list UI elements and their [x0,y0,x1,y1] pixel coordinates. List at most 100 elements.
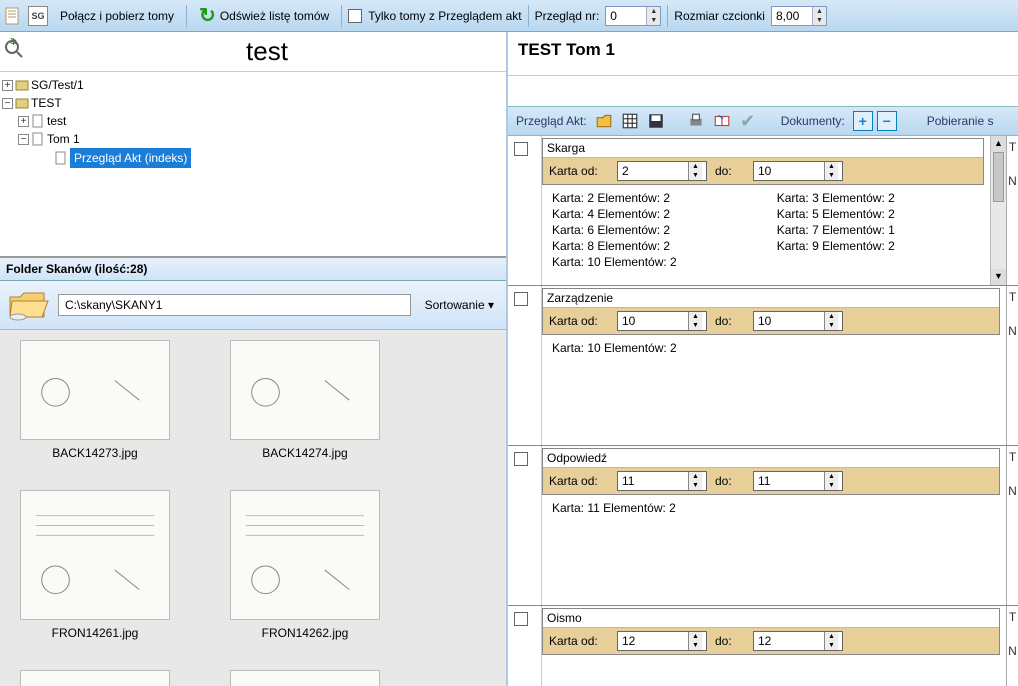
font-spinner[interactable]: ▲▼ [771,6,827,26]
tree-node[interactable]: − TEST [2,94,504,112]
expander-icon[interactable]: − [18,134,29,145]
folder-header: Folder Skanów (ilość:28) [0,257,506,281]
karta-item[interactable]: Karta: 10 Elementów: 2 [552,341,677,355]
scroll-down-icon[interactable]: ▼ [991,269,1006,285]
font-input[interactable] [772,9,812,23]
notes-icon[interactable] [4,7,22,25]
section-title[interactable]: Oismo [543,609,999,628]
thumbnail[interactable]: FRON14262.jpg [230,490,380,640]
spin-up[interactable]: ▲ [689,312,702,321]
thumbnail-label: BACK14273.jpg [20,446,170,460]
section-checkbox[interactable] [514,452,528,466]
spin-up[interactable]: ▲ [647,7,660,16]
karta-item[interactable]: Karta: 5 Elementów: 2 [777,207,895,221]
thumbnail[interactable] [230,670,380,686]
spin-down[interactable]: ▼ [689,171,702,180]
tree-node[interactable]: + SG/Test/1 [2,76,504,94]
karta-item[interactable]: Karta: 11 Elementów: 2 [552,501,676,515]
karta-item[interactable]: Karta: 6 Elementów: 2 [552,223,677,237]
expand-icon[interactable]: + [853,111,873,131]
spin-down[interactable]: ▼ [825,481,838,490]
folder-path-input[interactable] [58,294,411,316]
spin-up[interactable]: ▲ [825,312,838,321]
sg-icon[interactable]: SG [28,6,48,26]
spin-down[interactable]: ▼ [825,171,838,180]
spin-up[interactable]: ▲ [689,472,702,481]
check-icon[interactable]: ✔ [739,112,757,130]
karta-do-input[interactable]: ▲▼ [753,631,843,651]
spin-down[interactable]: ▼ [689,641,702,650]
doc-icon [31,132,45,146]
section-title[interactable]: Odpowiedź [543,449,999,468]
spin-down[interactable]: ▼ [689,481,702,490]
expander-icon[interactable]: − [2,98,13,109]
save-icon[interactable] [647,112,665,130]
section-checkbox[interactable] [514,292,528,306]
grid-icon[interactable] [621,112,639,130]
search-icon[interactable]: $ [0,38,28,65]
karta-item[interactable]: Karta: 7 Elementów: 1 [777,223,895,237]
karta-do-input[interactable]: ▲▼ [753,471,843,491]
transfer-icon[interactable] [713,112,731,130]
karta-od-input[interactable]: ▲▼ [617,631,707,651]
karta-od-input[interactable]: ▲▼ [617,161,707,181]
tree-label: Przegląd Akt (indeks) [70,148,191,168]
thumbnails-panel[interactable]: BACK14273.jpg BACK14274.jpg FRON14261.jp… [0,330,506,686]
tree-node[interactable]: − Tom 1 [2,130,504,148]
connect-button[interactable]: Połącz i pobierz tomy [54,7,180,25]
spin-down[interactable]: ▼ [813,16,826,25]
karta-item[interactable]: Karta: 4 Elementów: 2 [552,207,677,221]
print-icon[interactable] [687,112,705,130]
przeglad-nr-input[interactable] [606,9,646,23]
spin-down[interactable]: ▼ [689,321,702,330]
karta-item[interactable]: Karta: 10 Elementów: 2 [552,255,677,269]
thumbnail[interactable]: BACK14273.jpg [20,340,170,460]
section-title[interactable]: Skarga [543,139,983,158]
scrollbar[interactable]: ▲▼ [990,136,1006,285]
karta-item[interactable]: Karta: 3 Elementów: 2 [777,191,895,205]
karta-item[interactable]: Karta: 2 Elementów: 2 [552,191,677,205]
karta-item[interactable]: Karta: 8 Elementów: 2 [552,239,677,253]
expander-icon[interactable]: + [2,80,13,91]
sort-button[interactable]: Sortowanie ▾ [419,296,500,314]
tree-node[interactable]: + test [2,112,504,130]
scroll-up-icon[interactable]: ▲ [991,136,1006,152]
only-tomy-checkbox[interactable] [348,9,362,23]
do-label: do: [715,634,745,648]
karta-item[interactable]: Karta: 9 Elementów: 2 [777,239,895,253]
refresh-button[interactable]: ↻ Odśwież listę tomów [193,1,335,30]
karta-row: Karta od:▲▼do:▲▼ [543,308,999,334]
tree-node-selected[interactable]: Przegląd Akt (indeks) [2,148,504,168]
karta-od-input[interactable]: ▲▼ [617,471,707,491]
section-checkbox[interactable] [514,142,528,156]
karta-od-input[interactable]: ▲▼ [617,311,707,331]
do-label: do: [715,314,745,328]
przeglad-nr-label: Przegląd nr: [535,9,600,23]
spin-up[interactable]: ▲ [825,632,838,641]
thumbnail[interactable]: BACK14274.jpg [230,340,380,460]
section-checkbox[interactable] [514,612,528,626]
left-pane: $ test + SG/Test/1 − TEST + test − [0,32,508,686]
tree-view[interactable]: + SG/Test/1 − TEST + test − Tom 1 P [0,72,506,257]
collapse-icon[interactable]: − [877,111,897,131]
section-title[interactable]: Zarządzenie [543,289,999,308]
spin-up[interactable]: ▲ [689,162,702,171]
spin-down[interactable]: ▼ [647,16,660,25]
spin-up[interactable]: ▲ [825,472,838,481]
folder-open-icon[interactable] [6,287,50,323]
karta-do-input[interactable]: ▲▼ [753,311,843,331]
przeglad-akt-label: Przegląd Akt: [516,114,587,128]
expander-icon[interactable]: + [18,116,29,127]
right-toolbar: Przegląd Akt: ✔ Dokumenty: + − Pobierani… [508,106,1018,136]
spin-up[interactable]: ▲ [825,162,838,171]
spin-up[interactable]: ▲ [689,632,702,641]
spin-up[interactable]: ▲ [813,7,826,16]
karta-do-input[interactable]: ▲▼ [753,161,843,181]
thumbnail-image [20,340,170,440]
przeglad-nr-spinner[interactable]: ▲▼ [605,6,661,26]
thumbnail[interactable] [20,670,170,686]
thumbnail[interactable]: FRON14261.jpg [20,490,170,640]
spin-down[interactable]: ▼ [825,321,838,330]
spin-down[interactable]: ▼ [825,641,838,650]
open-icon[interactable] [595,112,613,130]
